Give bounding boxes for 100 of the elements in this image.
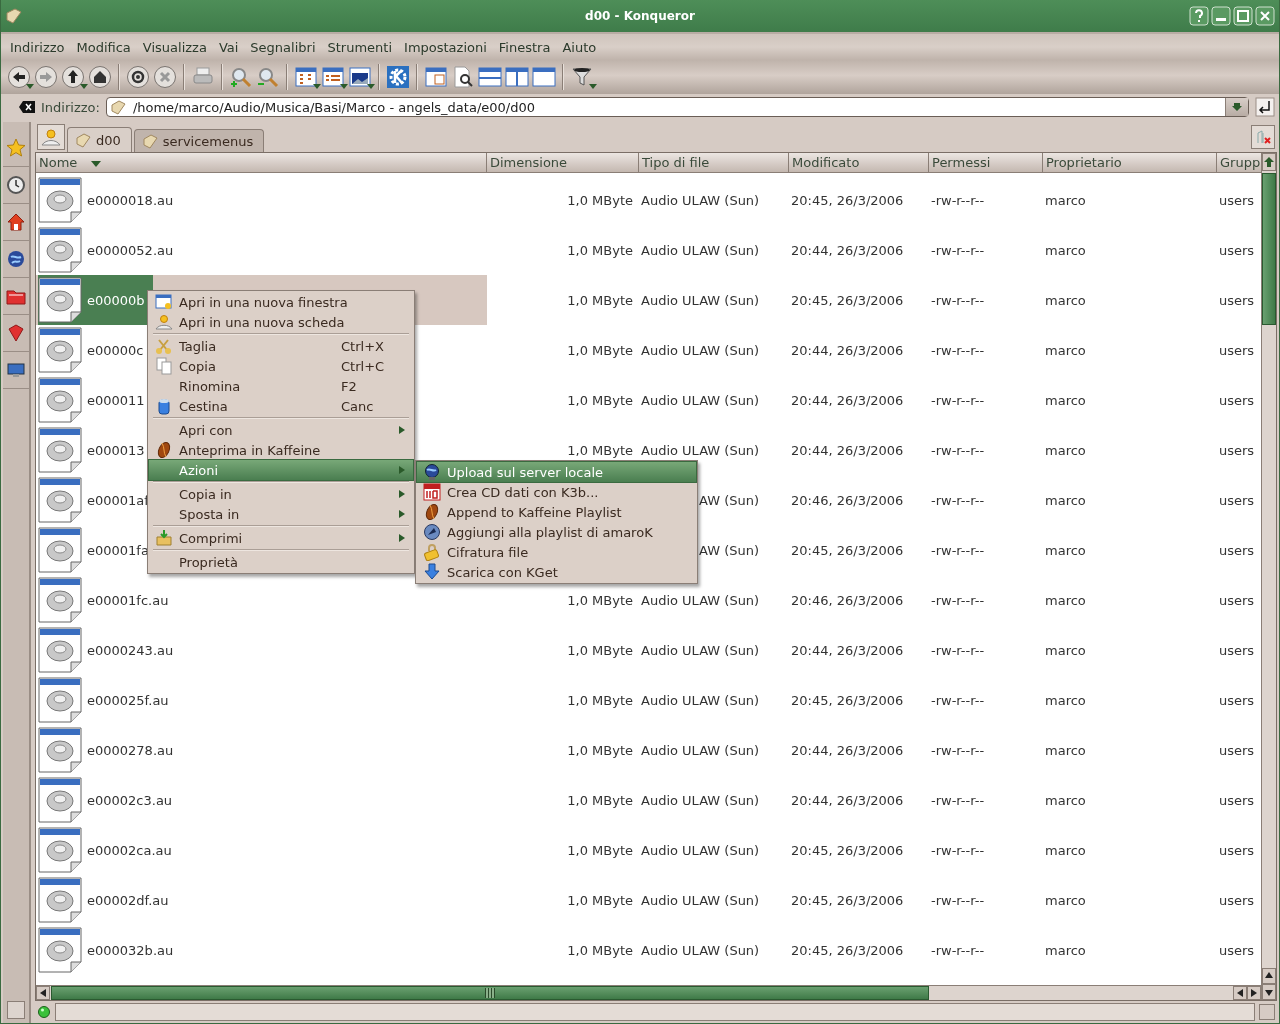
column-header[interactable]: Grupp xyxy=(1217,153,1261,173)
tab[interactable]: servicemenus xyxy=(133,129,265,152)
monitor-icon[interactable] xyxy=(6,360,26,380)
file-name[interactable]: e000032b.au xyxy=(87,942,174,958)
image-view-icon[interactable] xyxy=(348,65,372,89)
column-header[interactable]: Modificato xyxy=(789,153,929,173)
file-name[interactable]: e000025f.au xyxy=(87,692,169,708)
size-grip[interactable] xyxy=(1259,1004,1275,1020)
file-name[interactable]: e00000b xyxy=(87,292,145,308)
scroll-down-icon[interactable] xyxy=(1265,988,1273,996)
help-icon[interactable] xyxy=(1189,6,1209,26)
menu-item[interactable]: Finestra xyxy=(492,37,557,57)
file-name[interactable]: e00002df.au xyxy=(87,892,169,908)
detail-list-view-icon[interactable] xyxy=(321,65,345,89)
table-cell: -rw-r--r-- xyxy=(931,792,985,808)
menu-item[interactable]: Aiuto xyxy=(556,37,603,57)
file-name[interactable]: e00002ca.au xyxy=(87,842,172,858)
scrollbar-thumb[interactable] xyxy=(51,986,929,1000)
zoom-in-icon[interactable] xyxy=(229,65,253,89)
file-name[interactable]: e00001fc.au xyxy=(87,592,169,608)
menu-item[interactable]: Azioni xyxy=(149,460,413,480)
menu-item[interactable]: Visualizza xyxy=(136,37,213,57)
split-horizontal-icon[interactable] xyxy=(478,65,502,89)
menu-item[interactable]: Taglia Ctrl+X xyxy=(149,336,413,356)
zoom-out-icon[interactable] xyxy=(256,65,280,89)
tree-view-icon[interactable] xyxy=(424,65,448,89)
close-tab-icon[interactable] xyxy=(1255,129,1271,145)
menu-item[interactable]: Append to Kaffeine Playlist xyxy=(417,502,696,522)
menu-item[interactable]: Anteprima in Kaffeine xyxy=(149,440,413,460)
menu-item[interactable]: Apri in una nuova scheda xyxy=(149,312,413,332)
scroll-up-icon[interactable] xyxy=(1265,972,1273,980)
scroll-top-icon[interactable] xyxy=(1264,157,1274,167)
gem-icon[interactable] xyxy=(6,323,26,343)
menu-item[interactable]: Indirizzo xyxy=(4,37,71,57)
new-tab-icon[interactable] xyxy=(41,128,61,146)
column-header[interactable]: Tipo di file xyxy=(639,153,789,173)
menu-item[interactable]: Impostazioni xyxy=(398,37,493,57)
menu-item[interactable]: Vai xyxy=(212,37,245,57)
vertical-scrollbar[interactable] xyxy=(1261,153,1276,1000)
icon-view-icon[interactable] xyxy=(294,65,318,89)
menu-item[interactable]: Copia Ctrl+C xyxy=(149,356,413,376)
menu-item[interactable]: Apri in una nuova finestra xyxy=(149,292,413,312)
location-field[interactable]: /home/marco/Audio/Musica/Basi/Marco - angels_data/e00/d00 xyxy=(105,97,1249,117)
menu-item[interactable]: Strumenti xyxy=(321,37,399,57)
clear-icon[interactable] xyxy=(19,100,35,114)
menu-item[interactable]: Crea CD dati con K3b... xyxy=(417,482,696,502)
menu-item[interactable]: Rinomina F2 xyxy=(149,376,413,396)
gear-logo-icon[interactable] xyxy=(386,65,410,89)
scroll-left-icon[interactable] xyxy=(1236,989,1244,997)
menu-item[interactable]: Scarica con KGet xyxy=(417,562,696,582)
scroll-right-icon[interactable] xyxy=(1250,989,1258,997)
column-header[interactable]: Dimensione xyxy=(487,153,639,173)
close-icon[interactable] xyxy=(1255,6,1275,26)
column-header[interactable]: Proprietario xyxy=(1043,153,1217,173)
dropdown-arrow-icon[interactable] xyxy=(1232,102,1242,112)
maximize-icon[interactable] xyxy=(1233,6,1253,26)
menu-item[interactable]: Segnalibri xyxy=(244,37,322,57)
file-name[interactable]: e0000052.au xyxy=(87,242,174,258)
go-icon[interactable] xyxy=(1255,97,1275,117)
preview-search-icon[interactable] xyxy=(451,65,475,89)
table-cell: -rw-r--r-- xyxy=(931,692,985,708)
single-pane-icon[interactable] xyxy=(532,65,556,89)
menu-item[interactable]: Cestina Canc xyxy=(149,396,413,416)
file-name[interactable]: e0000278.au xyxy=(87,742,174,758)
reload-icon[interactable] xyxy=(126,65,150,89)
file-name[interactable]: e00002c3.au xyxy=(87,792,173,808)
split-vertical-icon[interactable] xyxy=(505,65,529,89)
menu-item[interactable]: Proprietà xyxy=(149,552,413,572)
star-icon[interactable] xyxy=(6,138,26,158)
horizontal-scrollbar[interactable] xyxy=(36,985,1261,1000)
funnel-filter-icon[interactable] xyxy=(570,65,594,89)
file-name[interactable]: e000011 xyxy=(87,392,145,408)
table-cell: -rw-r--r-- xyxy=(931,192,985,208)
globe-icon[interactable] xyxy=(6,249,26,269)
file-name[interactable]: e000013 xyxy=(87,442,145,458)
table-cell: -rw-r--r-- xyxy=(931,342,985,358)
scroll-left-icon[interactable] xyxy=(39,989,47,997)
tab[interactable]: d00 xyxy=(67,127,132,152)
menu-item[interactable]: Modifica xyxy=(70,37,137,57)
file-name[interactable]: e00001fa xyxy=(87,542,149,558)
home-icon[interactable] xyxy=(88,65,112,89)
column-header[interactable]: Permessi xyxy=(929,153,1043,173)
menu-item[interactable]: Cifratura file xyxy=(417,542,696,562)
file-name[interactable]: e00000c xyxy=(87,342,144,358)
minimize-icon[interactable] xyxy=(1211,6,1231,26)
sidebar-toggle[interactable] xyxy=(7,1001,25,1019)
scrollbar-thumb[interactable] xyxy=(1262,173,1276,325)
home-icon[interactable] xyxy=(6,212,26,232)
menu-item[interactable]: Sposta in xyxy=(149,504,413,524)
menu-item[interactable]: Copia in xyxy=(149,484,413,504)
table-cell: 20:45, 26/3/2006 xyxy=(791,942,904,958)
file-name[interactable]: e0000243.au xyxy=(87,642,174,658)
clock-icon[interactable] xyxy=(6,175,26,195)
file-name[interactable]: e00001af xyxy=(87,492,149,508)
menu-item[interactable]: Upload sul server locale xyxy=(417,462,696,482)
menu-item[interactable]: Comprimi xyxy=(149,528,413,548)
menu-item[interactable]: Apri con xyxy=(149,420,413,440)
column-header[interactable]: Nome xyxy=(36,153,487,173)
menu-item[interactable]: Aggiungi alla playlist di amaroK xyxy=(417,522,696,542)
file-name[interactable]: e0000018.au xyxy=(87,192,174,208)
